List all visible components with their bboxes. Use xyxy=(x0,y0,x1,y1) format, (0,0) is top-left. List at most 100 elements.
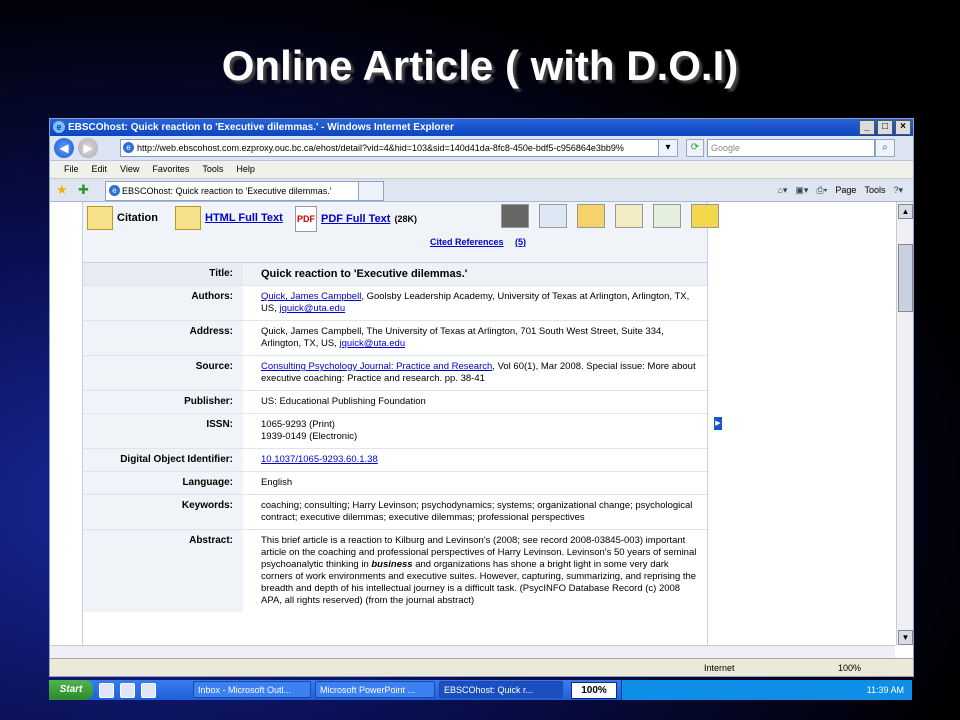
format-toolbar: Citation HTML Full Text PDF PDF Full Tex… xyxy=(83,202,719,263)
taskbar: Start Inbox - Microsoft Outl... Microsof… xyxy=(49,680,912,700)
add-favorite-icon[interactable]: ✚ xyxy=(78,182,89,198)
cited-references-link[interactable]: Cited References xyxy=(430,237,504,247)
search-input[interactable]: Google xyxy=(707,139,875,157)
tab-title: EBSCOhost: Quick reaction to 'Executive … xyxy=(122,186,332,196)
menu-tools[interactable]: Tools xyxy=(202,161,223,178)
issn-value: 1065-9293 (Print) 1939-0149 (Electronic) xyxy=(243,414,707,448)
pdf-fulltext-link[interactable]: PDF Full Text xyxy=(321,213,390,225)
pdf-fulltext-format[interactable]: PDF PDF Full Text (28K) xyxy=(295,206,417,232)
html-fulltext-format[interactable]: HTML Full Text xyxy=(175,206,283,230)
page-menu[interactable]: Page xyxy=(835,182,856,198)
field-label: Address: xyxy=(83,321,243,355)
zoom-level[interactable]: 100% xyxy=(838,659,861,676)
start-button[interactable]: Start xyxy=(49,680,93,700)
cited-references-count[interactable]: (5) xyxy=(515,237,526,247)
ie-quicklaunch-icon[interactable] xyxy=(120,683,135,698)
page-content: Citation HTML Full Text PDF PDF Full Tex… xyxy=(50,202,895,645)
issn-print: 1065-9293 (Print) xyxy=(261,419,335,430)
expand-panel-icon[interactable]: ▶ xyxy=(714,417,722,430)
record-row-address: Address: Quick, James Campbell, The Univ… xyxy=(83,321,707,356)
address-text: Quick, James Campbell, The University of… xyxy=(261,326,664,349)
field-label: ISSN: xyxy=(83,414,243,448)
print-record-icon[interactable] xyxy=(501,204,529,228)
horizontal-scrollbar[interactable] xyxy=(50,645,895,658)
doi-link[interactable]: 10.1037/1065-9293.60.1.38 xyxy=(261,454,378,465)
address-value: Quick, James Campbell, The University of… xyxy=(243,321,707,355)
word-quicklaunch-icon[interactable] xyxy=(141,683,156,698)
new-tab-button[interactable] xyxy=(358,181,384,201)
search-icon[interactable]: ⌕ xyxy=(875,139,895,157)
menu-bar: File Edit View Favorites Tools Help xyxy=(50,161,913,179)
authors-value: Quick, James Campbell, Goolsby Leadershi… xyxy=(243,286,707,320)
ie-logo-icon: e xyxy=(53,121,65,133)
record-row-keywords: Keywords: coaching; consulting; Harry Le… xyxy=(83,495,707,530)
folder-add-icon[interactable] xyxy=(691,204,719,228)
scroll-up-icon[interactable]: ▲ xyxy=(898,204,913,219)
field-label: Publisher: xyxy=(83,391,243,413)
abstract-highlight: business xyxy=(371,559,413,570)
abstract-value: This brief article is a reaction to Kilb… xyxy=(243,530,707,612)
forward-button[interactable]: ▶ xyxy=(78,138,98,158)
window-titlebar[interactable]: e EBSCOhost: Quick reaction to 'Executiv… xyxy=(50,119,913,136)
vertical-scrollbar[interactable]: ▲ ▼ xyxy=(896,202,913,645)
help-icon[interactable]: ?▾ xyxy=(893,182,903,198)
slide-title: Online Article ( with D.O.I) xyxy=(221,42,739,89)
progress-indicator: 100% xyxy=(571,682,617,699)
tab-bar: ★ ✚ e EBSCOhost: Quick reaction to 'Exec… xyxy=(50,179,913,202)
system-tray: 11:39 AM xyxy=(621,680,912,700)
address-email-link[interactable]: jquick@uta.edu xyxy=(340,338,406,349)
home-icon[interactable]: ⌂▾ xyxy=(777,182,787,198)
menu-help[interactable]: Help xyxy=(236,161,255,178)
outlook-quicklaunch-icon[interactable] xyxy=(99,683,114,698)
journal-link[interactable]: Consulting Psychology Journal: Practice … xyxy=(261,361,492,372)
scroll-down-icon[interactable]: ▼ xyxy=(898,630,913,645)
article-title: Quick reaction to 'Executive dilemmas.' xyxy=(243,263,707,285)
menu-view[interactable]: View xyxy=(120,161,139,178)
menu-edit[interactable]: Edit xyxy=(92,161,108,178)
minimize-icon[interactable]: _ xyxy=(859,120,875,135)
export-record-icon[interactable] xyxy=(653,204,681,228)
back-button[interactable]: ◀ xyxy=(54,138,74,158)
field-label: Abstract: xyxy=(83,530,243,612)
favorites-star-icon[interactable]: ★ xyxy=(56,182,68,198)
save-record-icon[interactable] xyxy=(577,204,605,228)
publisher-value: US: Educational Publishing Foundation xyxy=(261,396,426,407)
email-record-icon[interactable] xyxy=(539,204,567,228)
taskbar-outlook[interactable]: Inbox - Microsoft Outl... xyxy=(193,681,311,698)
record-row-title: Title: Quick reaction to 'Executive dile… xyxy=(83,263,707,286)
cite-record-icon[interactable] xyxy=(615,204,643,228)
tab-ebscohost[interactable]: e EBSCOhost: Quick reaction to 'Executiv… xyxy=(105,181,373,201)
html-document-icon xyxy=(175,206,201,230)
menu-file[interactable]: File xyxy=(64,161,79,178)
maximize-icon[interactable]: □ xyxy=(877,120,893,135)
address-dropdown-icon[interactable]: ▾ xyxy=(658,139,678,157)
author-email-link[interactable]: jquick@uta.edu xyxy=(279,303,345,314)
address-bar-row: ◀ ▶ e http://web.ebscohost.com.ezproxy.o… xyxy=(50,136,913,161)
clock[interactable]: 11:39 AM xyxy=(867,680,904,700)
record-row-authors: Authors: Quick, James Campbell, Goolsby … xyxy=(83,286,707,321)
refresh-icon[interactable]: ⟳ xyxy=(686,139,704,157)
close-icon[interactable]: × xyxy=(895,120,911,135)
taskbar-ebscohost[interactable]: EBSCOhost: Quick r... xyxy=(439,681,563,698)
record-row-doi: Digital Object Identifier: 10.1037/1065-… xyxy=(83,449,707,472)
record-details: Title: Quick reaction to 'Executive dile… xyxy=(83,263,707,612)
menu-favorites[interactable]: Favorites xyxy=(152,161,189,178)
address-input[interactable]: e http://web.ebscohost.com.ezproxy.ouc.b… xyxy=(120,139,674,157)
print-icon[interactable]: ⎙▾ xyxy=(816,182,827,198)
scroll-thumb[interactable] xyxy=(898,244,913,312)
quick-launch xyxy=(99,683,156,698)
pdf-size: (28K) xyxy=(394,214,417,224)
field-label: Keywords: xyxy=(83,495,243,529)
doi-value: 10.1037/1065-9293.60.1.38 xyxy=(243,449,707,471)
record-row-abstract: Abstract: This brief article is a reacti… xyxy=(83,530,707,612)
feeds-icon[interactable]: ▣▾ xyxy=(795,182,808,198)
tools-menu[interactable]: Tools xyxy=(864,182,885,198)
citation-format[interactable]: Citation xyxy=(87,206,158,230)
command-bar: ⌂▾ ▣▾ ⎙▾ Page Tools ?▾ xyxy=(777,182,903,198)
taskbar-powerpoint[interactable]: Microsoft PowerPoint ... xyxy=(315,681,435,698)
citation-icon xyxy=(87,206,113,230)
record-tools xyxy=(501,204,719,228)
html-fulltext-link[interactable]: HTML Full Text xyxy=(205,212,283,224)
author-link[interactable]: Quick, James Campbell xyxy=(261,291,361,302)
pdf-icon: PDF xyxy=(295,206,317,232)
